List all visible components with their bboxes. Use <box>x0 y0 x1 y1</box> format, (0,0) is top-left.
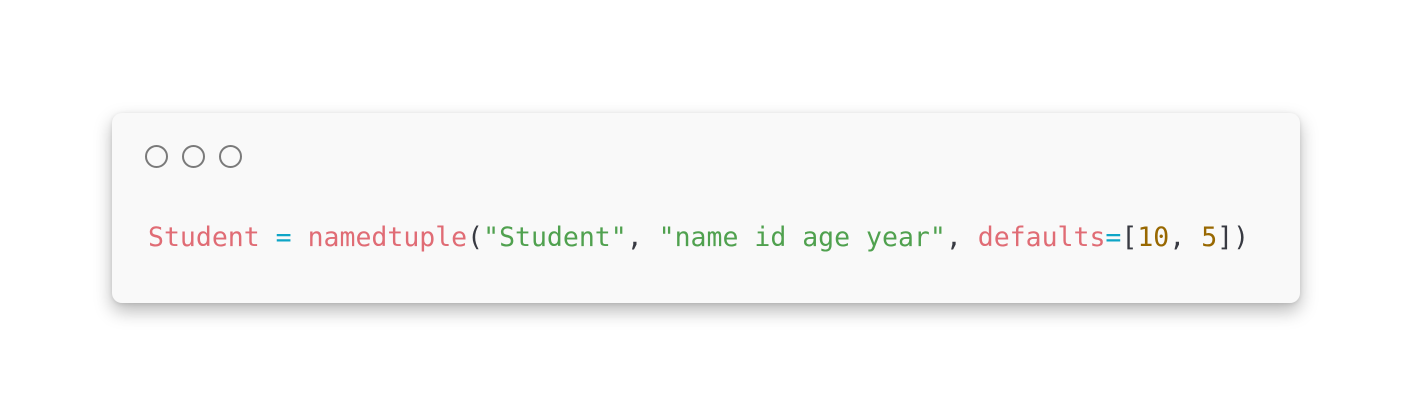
code-token-string-typename: "Student" <box>483 222 627 253</box>
code-token-open-bracket: [ <box>1121 222 1138 253</box>
code-token-open-paren: ( <box>467 222 484 253</box>
code-token-number: 10 <box>1137 222 1170 253</box>
maximize-circle-icon <box>219 145 242 168</box>
code-token-variable: Student <box>148 222 260 253</box>
code-token-keyword-arg: defaults <box>977 222 1106 253</box>
window-controls <box>145 145 242 168</box>
code-token-number: 5 <box>1201 222 1218 253</box>
code-token-comma: , <box>1169 222 1186 253</box>
code-token-assign: = <box>275 222 292 253</box>
code-token-kw-equals: = <box>1105 222 1122 253</box>
code-snippet-window: Student = namedtuple("Student", "name id… <box>112 113 1300 303</box>
code-token-comma: , <box>626 222 643 253</box>
code-token-function: namedtuple <box>307 222 468 253</box>
code-token-comma: , <box>945 222 962 253</box>
code-line: Student = namedtuple("Student", "name id… <box>148 219 1249 257</box>
code-token-close-paren: ) <box>1233 222 1250 253</box>
minimize-circle-icon <box>182 145 205 168</box>
code-token-close-bracket: ] <box>1217 222 1234 253</box>
close-circle-icon <box>145 145 168 168</box>
code-token-string-fields: "name id age year" <box>658 222 946 253</box>
